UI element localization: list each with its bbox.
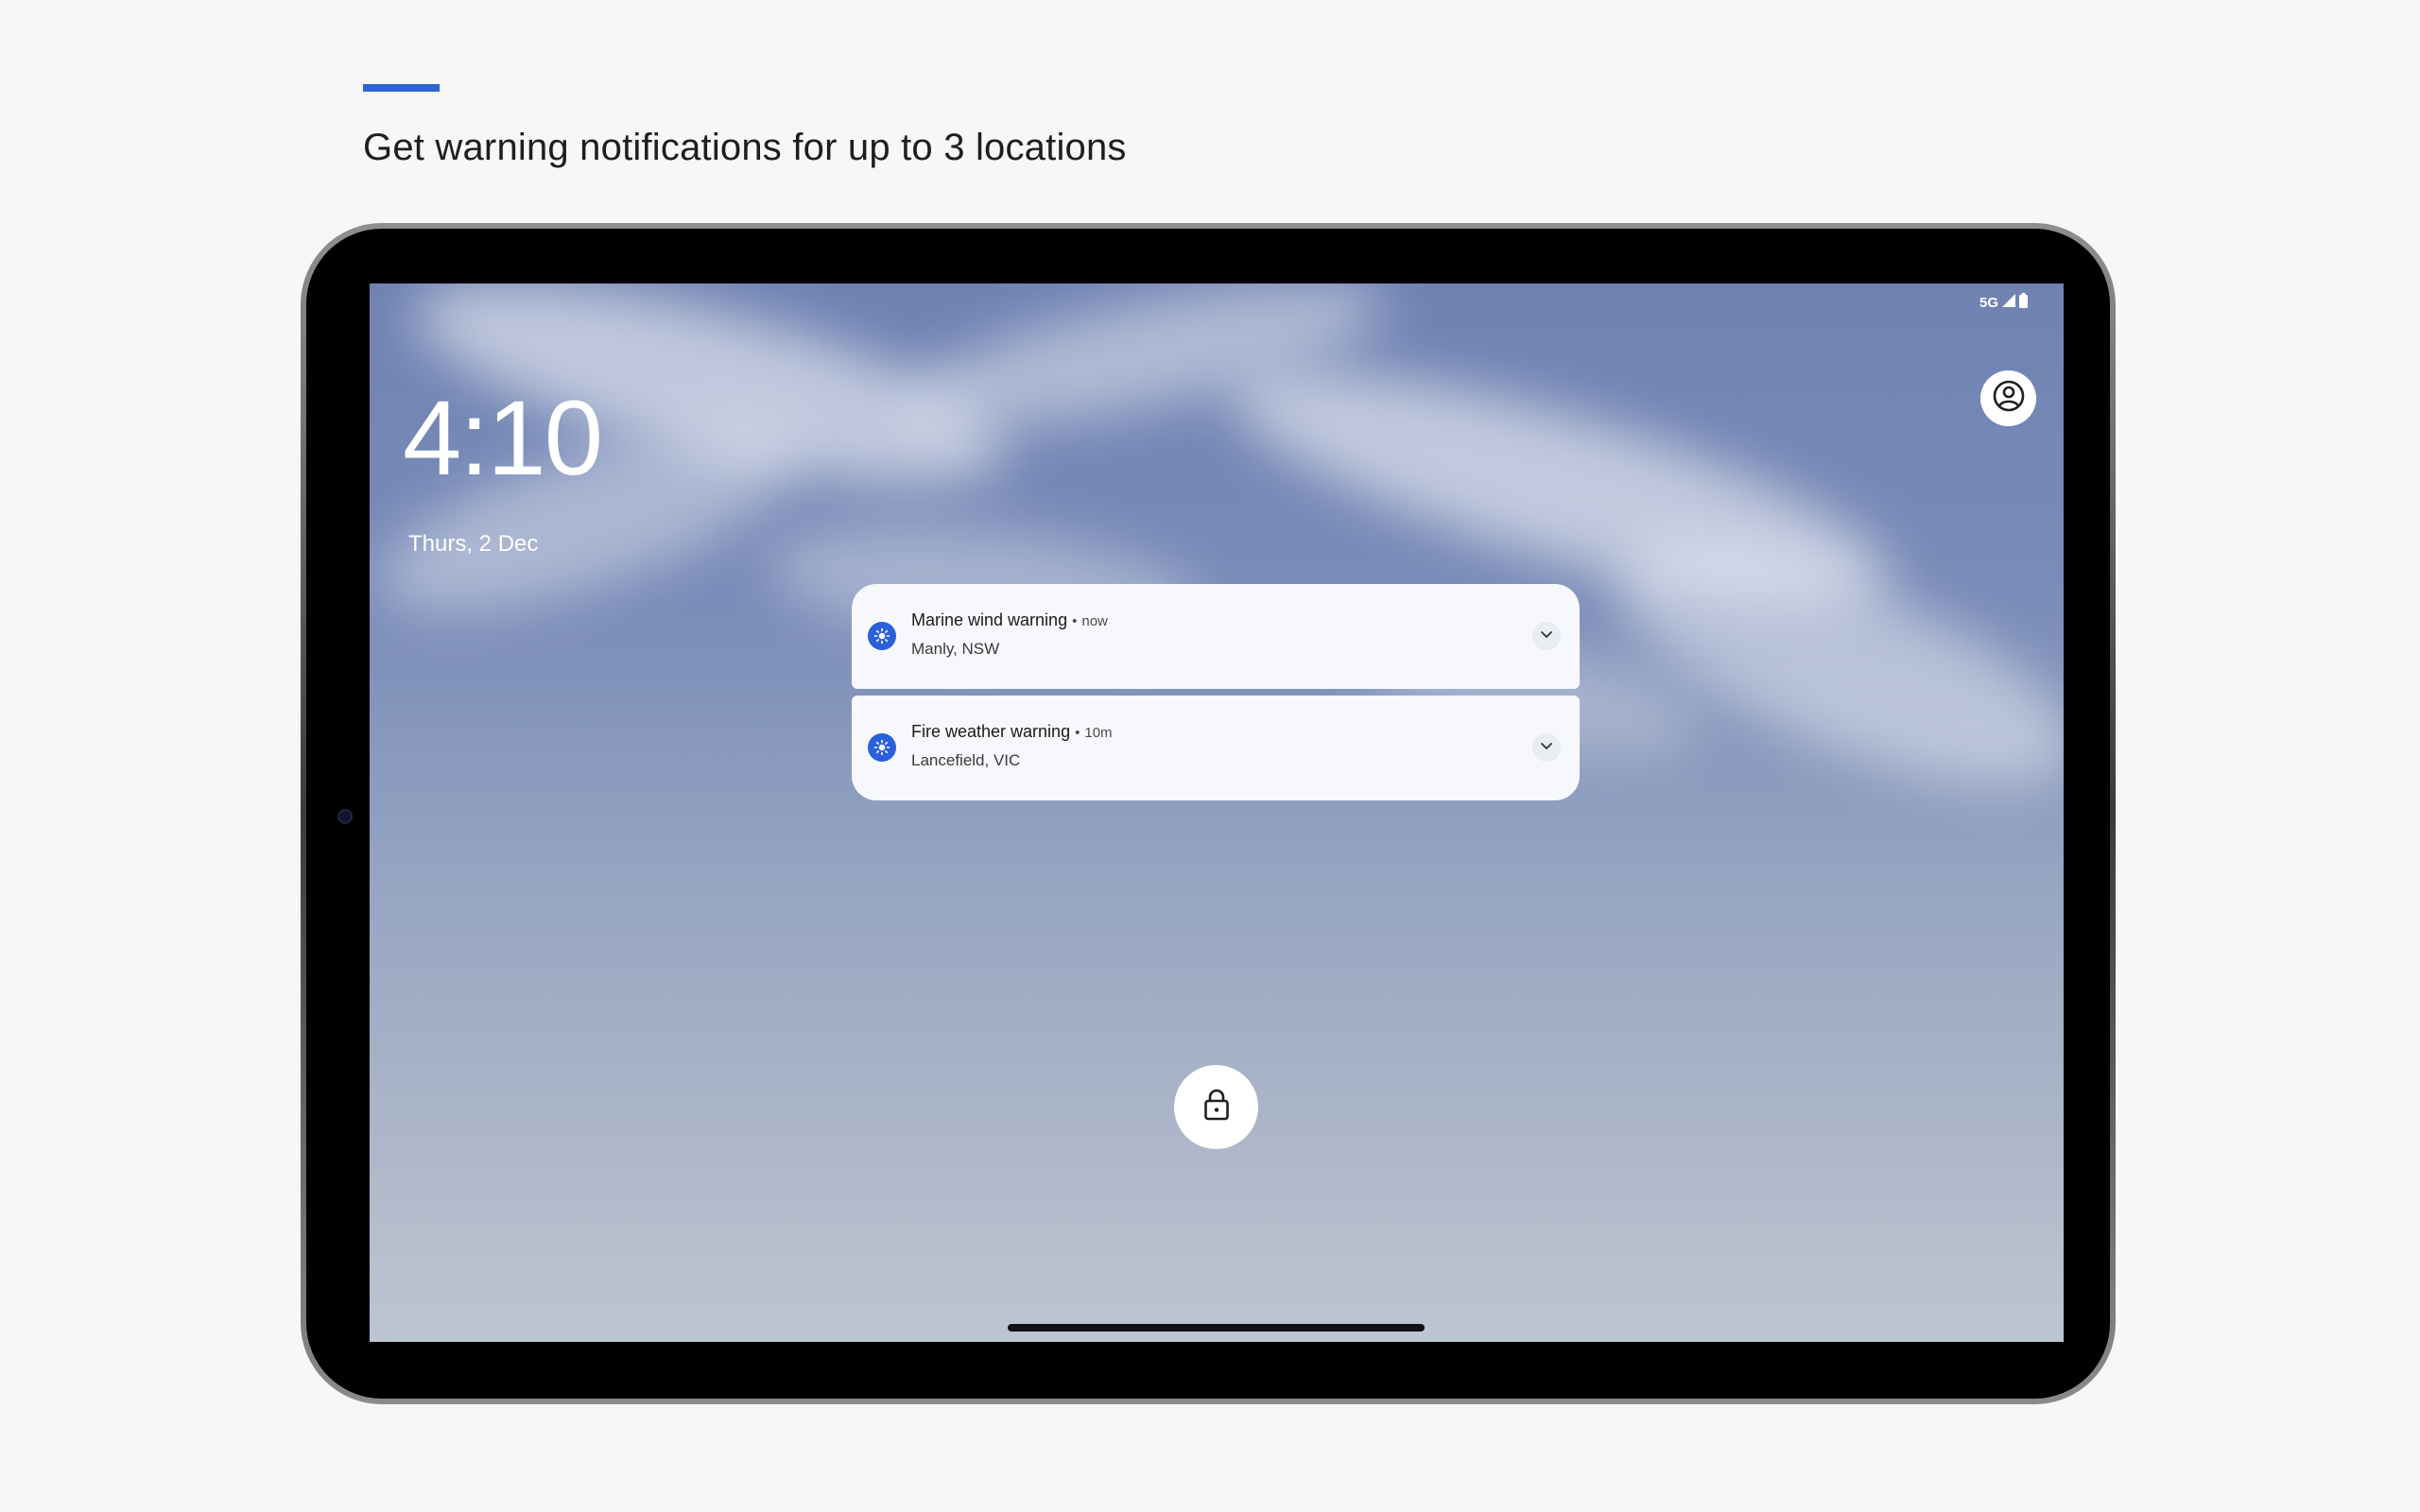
front-camera bbox=[337, 809, 353, 824]
tablet-bezel: 5G 4:10 Thurs, 2 Dec Marine wind warning… bbox=[306, 229, 2110, 1399]
notification-title: Fire weather warning bbox=[911, 722, 1071, 741]
notification-location: Manly, NSW bbox=[911, 640, 1000, 658]
notification-header: Fire weather warning • 10m bbox=[911, 722, 1113, 742]
signal-icon bbox=[2002, 294, 2015, 311]
unlock-button[interactable] bbox=[1174, 1065, 1258, 1149]
sun-icon bbox=[868, 733, 896, 762]
page-headline: Get warning notifications for up to 3 lo… bbox=[363, 127, 1127, 168]
notification-separator: • bbox=[1075, 725, 1080, 741]
tablet-frame: 5G 4:10 Thurs, 2 Dec Marine wind warning… bbox=[301, 223, 2116, 1404]
notification-header: Marine wind warning • now bbox=[911, 610, 1108, 630]
notification-text: Marine wind warning • now Manly, NSW bbox=[911, 610, 1108, 659]
user-switcher-button[interactable] bbox=[1980, 370, 2036, 426]
chevron-down-icon bbox=[1539, 738, 1554, 758]
status-bar: 5G bbox=[1979, 293, 2028, 312]
lock-screen-date: Thurs, 2 Dec bbox=[408, 531, 539, 557]
account-circle-icon bbox=[1992, 379, 2026, 418]
lock-screen-clock: 4:10 bbox=[403, 379, 603, 497]
chevron-down-icon bbox=[1539, 627, 1554, 646]
notification-expand-button[interactable] bbox=[1532, 622, 1561, 650]
accent-bar bbox=[363, 84, 440, 92]
notification-time: now bbox=[1081, 613, 1108, 629]
network-type: 5G bbox=[1979, 294, 1998, 311]
battery-icon bbox=[2019, 293, 2028, 312]
notification-title: Marine wind warning bbox=[911, 610, 1068, 629]
notification-time: 10m bbox=[1084, 725, 1113, 741]
lock-screen: 5G 4:10 Thurs, 2 Dec Marine wind warning… bbox=[370, 284, 2064, 1342]
notification-text: Fire weather warning • 10m Lancefield, V… bbox=[911, 722, 1113, 770]
lock-icon bbox=[1202, 1088, 1231, 1126]
notification-card[interactable]: Marine wind warning • now Manly, NSW bbox=[852, 584, 1580, 689]
home-gesture-handle[interactable] bbox=[1008, 1324, 1425, 1332]
notification-location: Lancefield, VIC bbox=[911, 751, 1021, 769]
notification-card[interactable]: Fire weather warning • 10m Lancefield, V… bbox=[852, 696, 1580, 800]
notification-separator: • bbox=[1072, 613, 1078, 629]
sun-icon bbox=[868, 622, 896, 650]
notification-expand-button[interactable] bbox=[1532, 733, 1561, 762]
